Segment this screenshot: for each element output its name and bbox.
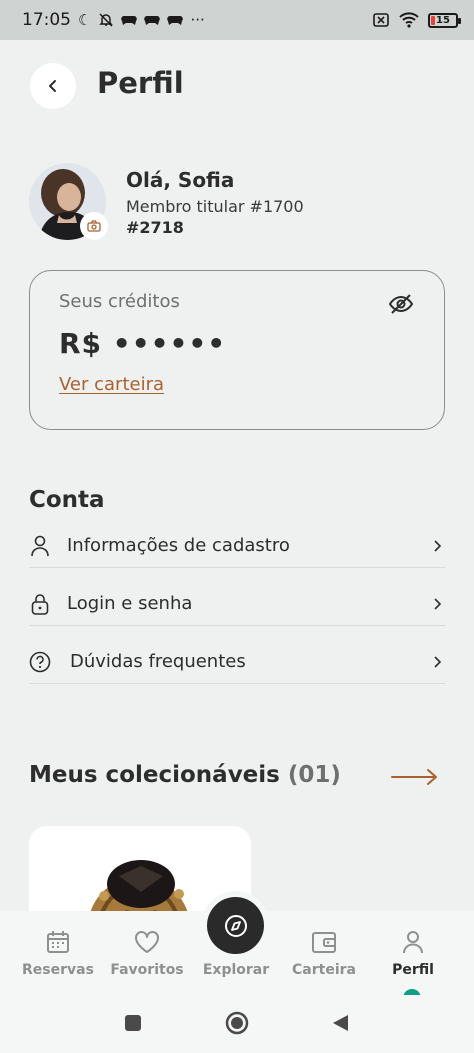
menu-item-login-password[interactable]: Login e senha <box>29 582 445 626</box>
status-bar: 17:05 ☾ ··· 15 <box>0 0 474 40</box>
sim-off-icon <box>373 13 389 27</box>
home-icon[interactable] <box>225 1011 249 1035</box>
back-icon[interactable] <box>330 1013 350 1033</box>
menu-item-label: Login e senha <box>67 593 193 614</box>
menu-item-registration-info[interactable]: Informações de cadastro <box>29 524 445 568</box>
tab-perfil[interactable]: Perfil <box>368 911 458 995</box>
status-left: 17:05 ☾ ··· <box>22 10 205 30</box>
camera-icon <box>87 220 101 232</box>
status-right: 15 <box>372 12 461 28</box>
bell-off-icon <box>99 13 114 27</box>
collectibles-title: Meus colecionáveis (01) <box>29 762 341 788</box>
chevron-right-icon <box>434 655 442 668</box>
member-number: #2718 <box>126 218 184 237</box>
chevron-right-icon <box>434 597 442 610</box>
tab-carteira[interactable]: Carteira <box>279 911 369 995</box>
tab-label: Perfil <box>392 962 434 978</box>
wallet-icon <box>312 932 336 953</box>
tab-explorar[interactable] <box>207 897 264 954</box>
page-title: Perfil <box>97 66 184 100</box>
more-dots-icon: ··· <box>190 10 205 29</box>
game-controller-icon <box>167 16 184 25</box>
toggle-credits-visibility-button[interactable] <box>388 291 414 317</box>
member-line: Membro titular #1700 <box>126 197 304 216</box>
credits-label: Seus créditos <box>59 291 180 312</box>
menu-item-faq[interactable]: Dúvidas frequentes <box>29 640 445 684</box>
tab-label: Favoritos <box>110 962 184 978</box>
game-controller-icon <box>121 16 138 25</box>
tab-label: Reservas <box>22 962 94 978</box>
menu-item-label: Dúvidas frequentes <box>70 651 246 672</box>
tab-label: Explorar <box>202 962 270 978</box>
tab-reservas[interactable]: Reservas <box>13 911 103 995</box>
help-circle-icon <box>29 651 51 673</box>
calendar-icon <box>47 931 69 953</box>
status-time: 17:05 <box>22 10 71 30</box>
user-icon <box>29 535 51 557</box>
moon-icon: ☾ <box>78 10 92 29</box>
tab-favoritos[interactable]: Favoritos <box>102 911 192 995</box>
chevron-left-icon <box>49 80 56 92</box>
battery-level: 15 <box>436 14 450 26</box>
menu-item-label: Informações de cadastro <box>67 535 290 556</box>
chevron-right-icon <box>434 539 442 552</box>
view-wallet-link[interactable]: Ver carteira <box>59 374 164 395</box>
system-navigation-bar <box>0 995 474 1053</box>
account-section-title: Conta <box>29 487 105 513</box>
arrow-right-icon[interactable] <box>390 766 440 788</box>
camera-badge[interactable] <box>80 212 108 240</box>
game-controller-icon <box>144 16 161 25</box>
credits-card: Seus créditos R$ •••••• Ver carteira <box>29 270 445 430</box>
avatar-container[interactable] <box>29 163 108 240</box>
greeting: Olá, Sofia <box>126 168 235 192</box>
credits-value: R$ •••••• <box>59 327 227 360</box>
tab-label: Carteira <box>292 962 356 978</box>
heart-icon <box>135 931 159 953</box>
eye-off-icon <box>388 294 414 314</box>
back-button[interactable] <box>30 63 76 109</box>
user-icon <box>403 931 423 954</box>
compass-icon <box>224 914 247 937</box>
collectibles-title-text: Meus colecionáveis <box>29 762 280 788</box>
recent-apps-icon[interactable] <box>123 1013 143 1033</box>
lock-icon <box>29 593 51 615</box>
battery-icon: 15 <box>428 12 461 28</box>
collectibles-count: (01) <box>287 762 341 788</box>
wifi-icon <box>399 12 419 28</box>
